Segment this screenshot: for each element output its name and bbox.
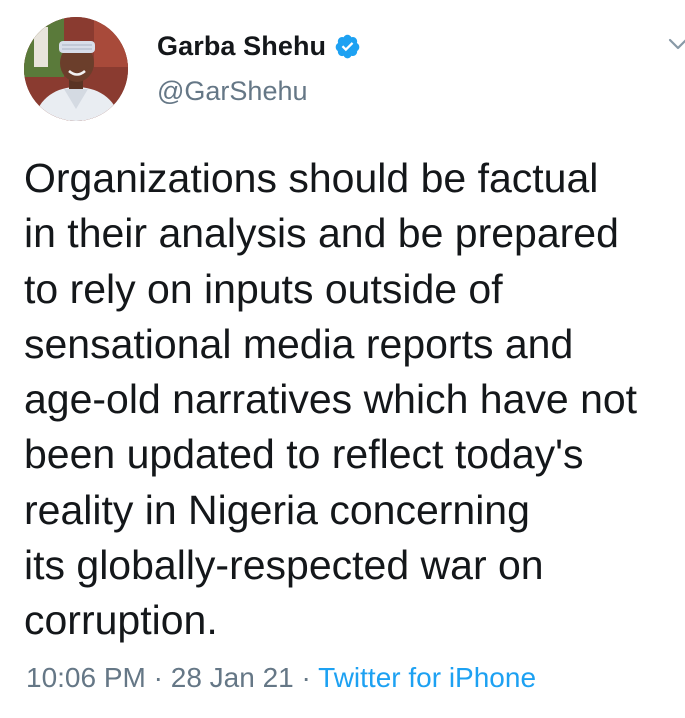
- meta-separator: ·: [293, 662, 319, 693]
- tweet-text-line: age-old narratives which have not: [24, 376, 638, 423]
- tweet-card: Garba Shehu @GarShehu Organizations shou…: [0, 0, 685, 718]
- tweet-text-line: corruption.: [24, 597, 218, 644]
- tweet-text-line: reality in Nigeria concerning: [24, 486, 530, 533]
- verified-badge-icon: [334, 33, 361, 60]
- tweet-text-line: been updated to reflect today's: [24, 431, 584, 478]
- profile-photo: [24, 17, 128, 121]
- author-name-row[interactable]: Garba Shehu: [157, 26, 361, 66]
- display-name[interactable]: Garba Shehu: [157, 31, 326, 62]
- chevron-down-icon[interactable]: [668, 34, 685, 54]
- tweet-text-line: in their analysis and be prepared: [24, 210, 619, 257]
- tweet-text-line: its globally-respected war on: [24, 542, 544, 589]
- tweet-text-line: to rely on inputs outside of: [24, 265, 503, 312]
- tweet-meta: 10:06 PM · 28 Jan 21 · Twitter for iPhon…: [26, 662, 536, 694]
- tweet-time[interactable]: 10:06 PM: [26, 662, 146, 693]
- tweet-text-line: sensational media reports and: [24, 320, 574, 367]
- tweet-text-line: Organizations should be factual: [24, 155, 599, 201]
- tweet-date[interactable]: 28 Jan 21: [171, 662, 294, 693]
- tweet-source-link[interactable]: Twitter for iPhone: [318, 662, 536, 693]
- author-handle[interactable]: @GarShehu: [157, 76, 308, 107]
- tweet-text: Organizations should be factual in their…: [24, 151, 674, 649]
- meta-separator: ·: [145, 662, 171, 693]
- avatar[interactable]: [24, 17, 128, 121]
